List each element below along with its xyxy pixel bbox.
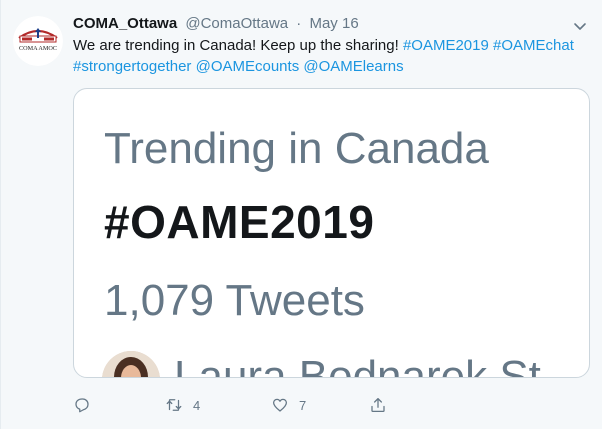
coma-logo-icon: COMA AMOC — [13, 16, 63, 66]
hashtag-link[interactable]: #strongertogether — [73, 58, 191, 75]
display-name[interactable]: COMA_Ottawa — [73, 15, 177, 32]
share-icon — [371, 397, 385, 413]
tweet-date[interactable]: May 16 — [309, 15, 358, 32]
tweet-text-main: We are trending in Canada! Keep up the s… — [73, 37, 399, 54]
separator-dot: · — [296, 15, 302, 32]
media-card[interactable]: Trending in Canada #OAME2019 1,079 Tweet… — [73, 88, 590, 378]
tweet-header: COMA_Ottawa @ComaOttawa · May 16 — [73, 14, 359, 34]
mention-link[interactable]: @OAMElearns — [303, 58, 403, 75]
hashtag-link[interactable]: #OAMEchat — [493, 37, 574, 54]
retweet-button[interactable]: 4 — [165, 394, 200, 416]
share-button[interactable] — [369, 394, 387, 416]
reply-button[interactable] — [73, 394, 91, 416]
mention-link[interactable]: @OAMEcounts — [196, 58, 300, 75]
media-user-name: Laura Bodnarek St — [174, 352, 541, 378]
media-heading: Trending in Canada — [104, 124, 489, 173]
chevron-down-icon[interactable] — [572, 18, 588, 34]
avatar[interactable]: COMA AMOC — [13, 16, 63, 66]
user-handle[interactable]: @ComaOttawa — [185, 15, 288, 32]
retweet-count: 4 — [193, 397, 201, 413]
retweet-icon — [166, 399, 182, 411]
media-user-avatar — [102, 351, 160, 377]
hashtag-link[interactable]: #OAME2019 — [403, 37, 489, 54]
heart-icon — [272, 398, 288, 412]
avatar-text: COMA AMOC — [19, 45, 57, 52]
reply-icon — [75, 398, 89, 413]
tweet[interactable]: COMA AMOC COMA_Ottawa @ComaOttawa · May … — [0, 0, 602, 429]
like-button[interactable]: 7 — [271, 394, 306, 416]
tweet-actions: 4 7 — [73, 394, 393, 416]
media-hashtag: #OAME2019 — [104, 196, 375, 248]
tweet-text: We are trending in Canada! Keep up the s… — [73, 35, 583, 77]
media-tweet-count: 1,079 Tweets — [104, 276, 365, 325]
like-count: 7 — [299, 397, 307, 413]
